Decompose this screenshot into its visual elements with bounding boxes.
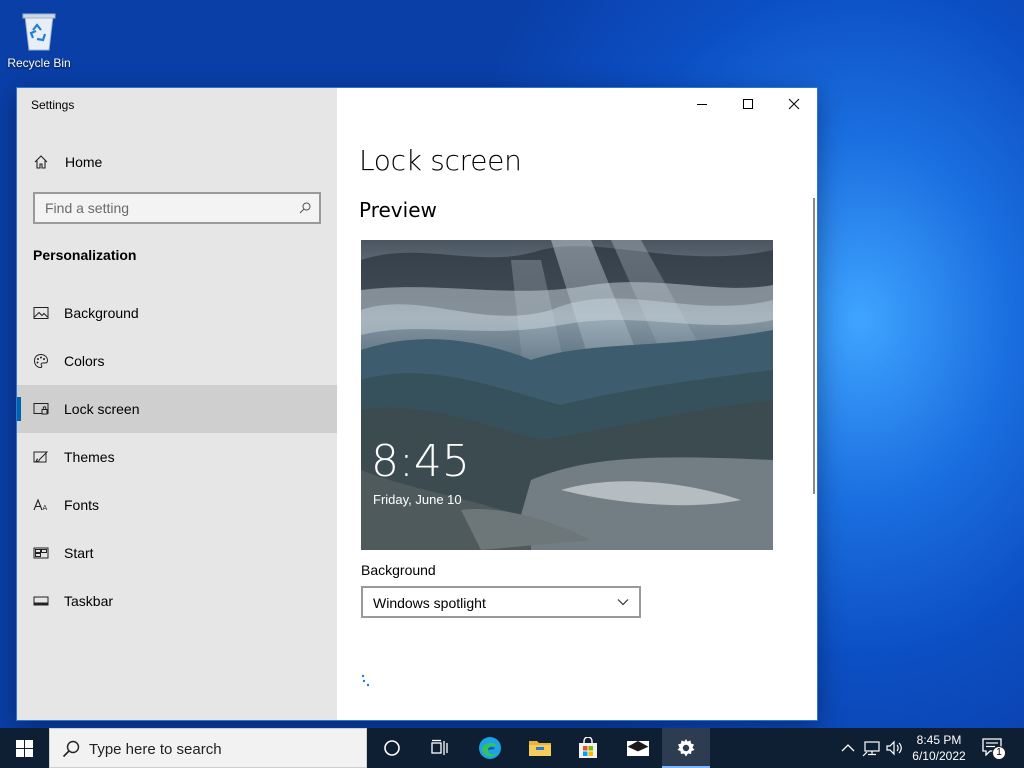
svg-text:A: A [43, 504, 48, 512]
sidebar: Settings Home Personalization Background [17, 88, 337, 720]
content-scrollbar[interactable] [813, 198, 815, 494]
sidebar-item-start[interactable]: Start [17, 529, 337, 577]
minimize-icon [697, 104, 707, 105]
loading-spinner-icon [361, 674, 370, 687]
sidebar-item-colors[interactable]: Colors [17, 337, 337, 385]
page-title: Lock screen [359, 144, 522, 177]
lock-screen-preview: 8:45 Friday, June 10 [361, 240, 773, 550]
task-view-icon [431, 739, 448, 755]
settings-taskbar-button[interactable] [662, 728, 710, 768]
file-explorer-button[interactable] [516, 728, 564, 768]
edge-button[interactable] [466, 728, 514, 768]
preview-heading: Preview [359, 198, 437, 222]
sidebar-item-label: Lock screen [64, 401, 140, 417]
sidebar-item-themes[interactable]: Themes [17, 433, 337, 481]
brush-icon [33, 451, 48, 463]
background-dropdown-value: Windows spotlight [373, 595, 486, 611]
home-label: Home [65, 154, 103, 170]
close-button[interactable] [771, 88, 817, 120]
sidebar-item-background[interactable]: Background [17, 289, 337, 337]
edge-icon [479, 737, 501, 759]
clock-time: 8:45 PM [916, 733, 962, 747]
palette-icon [33, 353, 49, 369]
font-icon: A [33, 498, 48, 512]
mail-button[interactable] [614, 728, 662, 768]
background-label: Background [361, 562, 436, 578]
taskbar-search-placeholder: Type here to search [89, 741, 222, 758]
content-pane: Lock screen Preview 8:45 Friday, June 10… [337, 88, 817, 720]
taskbar-clock[interactable]: 8:45 PM 6/10/2022 [906, 732, 972, 764]
recycle-bin-icon [22, 13, 56, 51]
preview-date: Friday, June 10 [373, 492, 462, 507]
search-input[interactable] [35, 194, 319, 222]
network-icon[interactable] [862, 738, 882, 758]
close-icon [788, 98, 800, 110]
lock-screen-icon [33, 403, 49, 415]
settings-window: Settings Home Personalization Background [16, 87, 818, 721]
action-center-button[interactable]: 1 [982, 738, 1006, 760]
picture-icon [33, 307, 49, 319]
clock-date: 6/10/2022 [912, 749, 966, 763]
store-bag-icon [579, 737, 597, 758]
microsoft-store-button[interactable] [564, 728, 612, 768]
sidebar-item-lock-screen[interactable]: Lock screen [17, 385, 337, 433]
sidebar-item-label: Background [64, 305, 139, 321]
search-icon [299, 202, 311, 214]
preview-time: 8:45 [371, 436, 470, 487]
recycle-bin-label: Recycle Bin [7, 56, 71, 70]
chevron-up-icon[interactable] [838, 738, 858, 758]
taskbar-icon [33, 596, 49, 606]
start-button[interactable] [0, 728, 48, 768]
task-view-button[interactable] [416, 728, 464, 768]
volume-icon[interactable] [884, 738, 904, 758]
gear-icon [677, 739, 695, 757]
sidebar-item-fonts[interactable]: A Fonts [17, 481, 337, 529]
cortana-circle-icon [384, 740, 400, 756]
sidebar-item-label: Taskbar [64, 593, 114, 609]
background-dropdown[interactable]: Windows spotlight [361, 586, 641, 618]
selection-indicator [17, 397, 21, 421]
taskbar: Type here to search 8:45 PM 6/10/2022 1 [0, 728, 1024, 768]
search-icon [62, 740, 80, 758]
sidebar-item-label: Start [64, 545, 94, 561]
section-header: Personalization [33, 247, 137, 263]
sidebar-item-taskbar[interactable]: Taskbar [17, 577, 337, 625]
sidebar-item-label: Colors [64, 353, 105, 369]
cortana-button[interactable] [368, 728, 416, 768]
window-title: Settings [31, 98, 75, 112]
maximize-icon [743, 99, 753, 109]
taskbar-search-box[interactable]: Type here to search [49, 728, 367, 768]
chevron-down-icon [617, 599, 629, 606]
recycle-bin-desktop-icon[interactable]: Recycle Bin [6, 8, 72, 70]
maximize-button[interactable] [725, 88, 771, 120]
home-icon [34, 155, 48, 169]
sidebar-item-home[interactable]: Home [17, 148, 337, 176]
find-setting-search[interactable] [33, 192, 321, 224]
mail-envelope-icon [626, 741, 650, 756]
windows-logo-icon [16, 740, 33, 757]
start-icon [33, 547, 49, 559]
sidebar-item-label: Themes [64, 449, 115, 465]
folder-icon [529, 741, 551, 756]
sidebar-item-label: Fonts [64, 497, 100, 513]
minimize-button[interactable] [679, 88, 725, 120]
notification-count-badge: 1 [992, 746, 1006, 760]
